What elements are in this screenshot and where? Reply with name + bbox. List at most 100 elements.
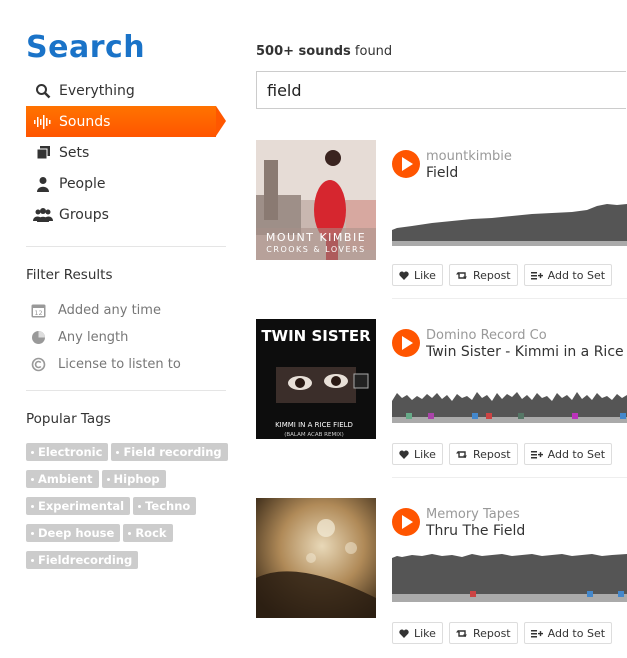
sidebar-divider [26, 246, 226, 247]
like-button[interactable]: Like [392, 264, 443, 286]
search-icon [32, 82, 54, 100]
repost-icon [455, 450, 467, 458]
group-icon [32, 206, 54, 224]
filter-length[interactable]: Any length [26, 324, 228, 351]
repost-button[interactable]: Repost [448, 264, 518, 286]
tag-ambient[interactable]: Ambient [26, 470, 99, 488]
tag-fieldrecording[interactable]: Fieldrecording [26, 551, 139, 569]
nav-groups[interactable]: Groups [26, 199, 228, 230]
result-count-suffix: found [350, 44, 393, 59]
nav-everything-label: Everything [59, 82, 135, 99]
sidebar-divider-2 [26, 390, 226, 391]
track-title[interactable]: Field [426, 165, 627, 181]
popular-tags-heading: Popular Tags [26, 411, 111, 427]
repost-icon [455, 271, 467, 279]
result-divider [392, 298, 627, 299]
filter-added-time[interactable]: 12 Added any time [26, 297, 228, 324]
track-actions: Like Repost Add to Set [392, 622, 618, 644]
tag-field-recording[interactable]: Field recording [111, 443, 228, 461]
artwork[interactable] [256, 498, 376, 618]
play-button[interactable] [392, 329, 420, 357]
add-to-set-button[interactable]: Add to Set [523, 264, 613, 286]
like-button[interactable]: Like [392, 443, 443, 465]
filter-length-label: Any length [58, 330, 129, 345]
tag-list: Electronic Field recording Ambient Hiphop … [26, 441, 236, 576]
repost-button[interactable]: Repost [448, 622, 518, 644]
copyright-icon [30, 357, 46, 373]
track-title[interactable]: Twin Sister - Kimmi in a Rice Field [426, 344, 627, 360]
like-label: Like [414, 626, 436, 640]
tag-experimental[interactable]: Experimental [26, 497, 131, 515]
artwork[interactable]: TWIN SISTER KIMMI IN A RICE FIELD (BALAM… [256, 319, 376, 439]
tag-electronic[interactable]: Electronic [26, 443, 109, 461]
like-button[interactable]: Like [392, 622, 443, 644]
filter-added-time-label: Added any time [58, 303, 161, 318]
artwork-subtitle: KIMMI IN A RICE FIELD [275, 421, 353, 429]
artwork[interactable]: MOUNT KIMBIE CROOKS & LOVERS [256, 140, 376, 260]
waveform[interactable] [392, 192, 627, 252]
track-user[interactable]: Memory Tapes [426, 507, 520, 522]
result-item: Memory Tapes Thru The Field Like Repost … [256, 498, 627, 658]
nav-everything[interactable]: Everything [26, 75, 228, 106]
add-to-set-label: Add to Set [547, 447, 606, 461]
track-user[interactable]: mountkimbie [426, 149, 512, 164]
main-content: 500+ sounds found field [256, 44, 627, 109]
tag-rock[interactable]: Rock [123, 524, 173, 542]
add-to-set-icon [530, 629, 543, 637]
person-icon [32, 175, 54, 193]
repost-label: Repost [472, 626, 511, 640]
play-button[interactable] [392, 508, 420, 536]
track-user[interactable]: Domino Record Co [426, 328, 547, 343]
nav-people[interactable]: People [26, 168, 228, 199]
clock-icon [30, 330, 46, 346]
like-label: Like [414, 447, 436, 461]
waveform[interactable] [392, 550, 627, 610]
result-item: TWIN SISTER KIMMI IN A RICE FIELD (BALAM… [256, 319, 627, 479]
artwork-title: MOUNT KIMBIE [266, 231, 366, 244]
result-item: MOUNT KIMBIE CROOKS & LOVERS mountkimbie… [256, 140, 627, 300]
add-to-set-button[interactable]: Add to Set [523, 443, 613, 465]
search-input[interactable]: field [256, 71, 626, 109]
artwork-title: TWIN SISTER [261, 327, 371, 345]
nav-sets[interactable]: Sets [26, 137, 228, 168]
heart-icon [399, 271, 409, 280]
waveform-icon [32, 113, 54, 131]
track-actions: Like Repost Add to Set [392, 443, 618, 465]
sidebar: Search Everything Sounds Sets People Gro… [26, 30, 228, 576]
add-to-set-icon [530, 271, 543, 279]
repost-button[interactable]: Repost [448, 443, 518, 465]
nav-groups-label: Groups [59, 206, 109, 223]
repost-label: Repost [472, 268, 511, 282]
heart-icon [399, 450, 409, 459]
add-to-set-button[interactable]: Add to Set [523, 622, 613, 644]
result-count: 500+ sounds found [256, 44, 627, 62]
nav-people-label: People [59, 175, 106, 192]
page-title: Search [26, 30, 146, 65]
tag-techno[interactable]: Techno [133, 497, 197, 515]
like-label: Like [414, 268, 436, 282]
track-actions: Like Repost Add to Set [392, 264, 618, 286]
filter-results-heading: Filter Results [26, 267, 113, 283]
nav-sounds[interactable]: Sounds [26, 106, 226, 137]
track-title[interactable]: Thru The Field [426, 523, 627, 539]
artwork-credit: (BALAM ACAB REMIX) [284, 432, 344, 438]
play-button[interactable] [392, 150, 420, 178]
waveform[interactable] [392, 371, 627, 431]
calendar-day: 12 [34, 309, 42, 317]
artwork-subtitle: CROOKS & LOVERS [266, 245, 365, 254]
filter-license-label: License to listen to [58, 357, 181, 372]
add-to-set-label: Add to Set [547, 626, 606, 640]
search-query: field [267, 80, 302, 100]
add-to-set-icon [530, 450, 543, 458]
sets-icon [32, 144, 54, 162]
result-count-number: 500+ sounds [256, 44, 351, 59]
calendar-icon: 12 [30, 303, 46, 319]
tag-deep-house[interactable]: Deep house [26, 524, 121, 542]
nav-sounds-label: Sounds [59, 113, 111, 130]
filter-license[interactable]: License to listen to [26, 351, 228, 378]
tag-hiphop[interactable]: Hiphop [101, 470, 166, 488]
repost-icon [455, 629, 467, 637]
result-divider [392, 477, 627, 478]
nav-sets-label: Sets [59, 144, 90, 161]
heart-icon [399, 629, 409, 638]
